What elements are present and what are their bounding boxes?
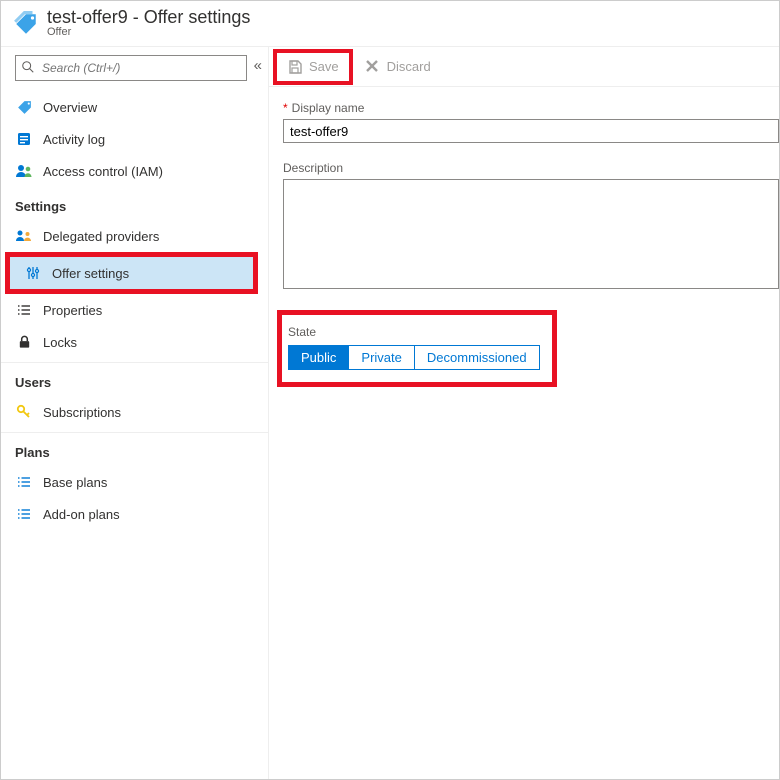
sidebar: « Overview Activity log Access control (… (1, 47, 269, 779)
nav-label: Locks (43, 335, 77, 350)
nav-item-access-control[interactable]: Access control (IAM) (1, 155, 268, 187)
display-name-label: * Display name (283, 101, 779, 115)
nav-item-subscriptions[interactable]: Subscriptions (1, 396, 268, 428)
nav-label: Delegated providers (43, 229, 159, 244)
nav-label: Properties (43, 303, 102, 318)
nav-label: Activity log (43, 132, 105, 147)
nav-label: Overview (43, 100, 97, 115)
tag-offer-icon (13, 11, 39, 37)
activity-log-icon (15, 130, 33, 148)
display-name-input[interactable] (283, 119, 779, 143)
sidebar-search-input[interactable] (15, 55, 247, 81)
description-input[interactable] (283, 179, 779, 289)
nav-item-properties[interactable]: Properties (1, 294, 268, 326)
discard-label: Discard (387, 59, 431, 74)
nav-label: Subscriptions (43, 405, 121, 420)
description-label: Description (283, 161, 779, 175)
state-toggle-group: Public Private Decommissioned (288, 345, 540, 370)
tag-icon (15, 98, 33, 116)
nav-item-offer-settings[interactable]: Offer settings (10, 257, 253, 289)
nav-item-activity-log[interactable]: Activity log (1, 123, 268, 155)
save-disk-icon (287, 59, 303, 75)
state-button-public[interactable]: Public (289, 346, 349, 369)
nav-item-locks[interactable]: Locks (1, 326, 268, 358)
main-panel: Save Discard * Display name Descrip (269, 47, 779, 779)
people-icon (15, 162, 33, 180)
nav-section-plans: Plans (1, 432, 268, 466)
lock-icon (15, 333, 33, 351)
toolbar: Save Discard (269, 47, 779, 87)
close-x-icon (365, 59, 381, 75)
nav-section-users: Users (1, 362, 268, 396)
required-asterisk: * (283, 101, 288, 115)
form-area: * Display name Description State Public … (269, 87, 779, 401)
nav-label: Add-on plans (43, 507, 120, 522)
people-share-icon (15, 227, 33, 245)
nav-item-delegated-providers[interactable]: Delegated providers (1, 220, 268, 252)
sliders-icon (24, 264, 42, 282)
state-button-decommissioned[interactable]: Decommissioned (415, 346, 539, 369)
nav-section-settings: Settings (1, 187, 268, 220)
collapse-sidebar-icon[interactable]: « (254, 57, 262, 74)
list-icon (15, 505, 33, 523)
nav-item-base-plans[interactable]: Base plans (1, 466, 268, 498)
save-label: Save (309, 59, 339, 74)
nav-item-overview[interactable]: Overview (1, 91, 268, 123)
state-button-private[interactable]: Private (349, 346, 414, 369)
list-icon (15, 473, 33, 491)
nav-label: Access control (IAM) (43, 164, 163, 179)
save-button[interactable]: Save (279, 55, 347, 79)
state-label: State (288, 325, 540, 339)
nav-label: Base plans (43, 475, 107, 490)
search-icon (21, 60, 35, 74)
nav-item-addon-plans[interactable]: Add-on plans (1, 498, 268, 530)
properties-list-icon (15, 301, 33, 319)
key-icon (15, 403, 33, 421)
blade-title: test-offer9 - Offer settings (47, 7, 250, 28)
discard-button[interactable]: Discard (357, 55, 439, 79)
blade-header: test-offer9 - Offer settings Offer (1, 1, 779, 47)
nav-label: Offer settings (52, 266, 129, 281)
